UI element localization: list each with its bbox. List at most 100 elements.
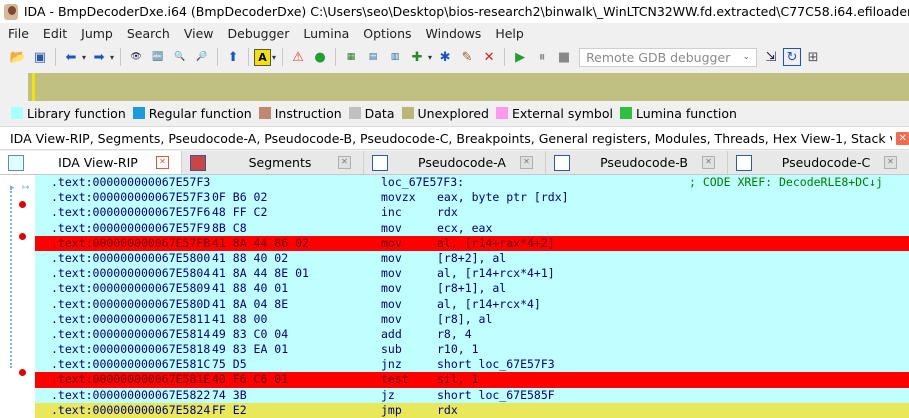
listing-row[interactable]: .text:000000000067E57F9 8B C8 mov ecx, e… xyxy=(35,221,909,236)
listing-row[interactable]: .text:000000000067E580D 41 8A 04 8E mov … xyxy=(35,297,909,312)
menu-jump[interactable]: Jump xyxy=(74,26,120,41)
listing-operands[interactable]: al, [r14+rax*4+2] xyxy=(437,236,555,251)
menu-search[interactable]: Search xyxy=(120,26,177,41)
stop-icon[interactable]: ■ xyxy=(554,47,574,67)
debugger-select[interactable]: Remote GDB debugger ⌄ xyxy=(579,47,758,67)
jump-up-icon[interactable]: ⬆ xyxy=(223,47,243,67)
legend-label: Instruction xyxy=(274,105,342,121)
refresh-icon[interactable]: ↻ xyxy=(783,48,802,66)
opened-views-list[interactable]: IDA View-RIP, Segments, Pseudocode-A, Ps… xyxy=(10,131,892,146)
listing-row[interactable]: .text:000000000067E5811 41 88 00 mov [r8… xyxy=(35,312,909,327)
attach-process-icon[interactable]: ⇲ xyxy=(761,47,781,67)
tab-close-icon[interactable]: ✕ xyxy=(156,156,169,169)
make-string-icon[interactable]: ✚ xyxy=(407,47,427,67)
search-text-icon[interactable]: 🔤 xyxy=(148,47,168,67)
make-string-dropdown-icon[interactable]: ▾ xyxy=(428,53,432,62)
listing-address: .text:000000000067E57F6 xyxy=(51,205,211,220)
listing-operands[interactable]: short loc_67E57F3 xyxy=(437,357,555,372)
green-circle-icon[interactable]: ● xyxy=(310,47,330,67)
breakpoint-dot-icon[interactable] xyxy=(19,201,26,208)
menu-options[interactable]: Options xyxy=(356,26,418,41)
tab-pseudocode-c[interactable]: Pseudocode-C ✕ xyxy=(728,151,909,174)
back-dropdown-icon[interactable]: ▾ xyxy=(82,53,86,62)
forward-dropdown-icon[interactable]: ▾ xyxy=(110,53,114,62)
listing-address: .text:000000000067E581E xyxy=(51,372,211,387)
listing-row-current-instruction[interactable]: .text:000000000067E5824 FF E2 jmp rdx xyxy=(35,402,909,418)
make-array-icon[interactable]: ▥ xyxy=(385,47,405,67)
listing-operands[interactable]: rdx xyxy=(437,205,458,220)
pause-icon[interactable]: ⏸ xyxy=(532,47,552,67)
edit-icon[interactable]: ✎ xyxy=(457,47,477,67)
toolbar-separator xyxy=(504,48,506,66)
listing-operands[interactable]: r8, 4 xyxy=(437,327,472,342)
open-folder-icon[interactable]: 📂 xyxy=(8,47,28,67)
listing-operands[interactable]: [r8], al xyxy=(437,312,492,327)
legend-label: Regular function xyxy=(148,105,252,121)
add-breakpoint-icon[interactable]: ✱ xyxy=(435,47,455,67)
listing-operands[interactable]: ecx, eax xyxy=(437,221,492,236)
listing-row[interactable]: .text:000000000067E5804 41 8A 44 8E 01 m… xyxy=(35,266,909,281)
forward-arrow-icon[interactable]: ➡ xyxy=(89,47,109,67)
listing-operands[interactable]: sil, 1 xyxy=(437,372,479,387)
listing-address: .text:000000000067E5809 xyxy=(51,281,211,296)
listing-row[interactable]: .text:000000000067E5818 49 83 EA 01 sub … xyxy=(35,342,909,357)
search-binary-icon[interactable]: 👁 xyxy=(126,47,146,67)
listing-operands[interactable]: al, [r14+rcx*4] xyxy=(437,297,541,312)
breakpoint-dot-icon[interactable] xyxy=(19,233,26,240)
save-icon[interactable]: ▣ xyxy=(30,47,50,67)
listing-row[interactable]: .text:000000000067E57F3 0F B6 02 movzx e… xyxy=(35,190,909,205)
menu-edit[interactable]: Edit xyxy=(36,26,74,41)
listing-row-breakpoint[interactable]: .text:000000000067E57FB 41 8A 44 86 02 m… xyxy=(35,235,909,251)
listing-row[interactable]: .text:000000000067E5822 74 3B jz short l… xyxy=(35,388,909,403)
menu-lumina[interactable]: Lumina xyxy=(296,26,356,41)
tab-segments[interactable]: Segments ✕ xyxy=(182,151,364,174)
tab-close-icon[interactable]: ✕ xyxy=(702,156,715,169)
run-icon[interactable]: ▶ xyxy=(510,47,530,67)
listing-operands[interactable]: short loc_67E585F xyxy=(437,388,555,403)
menu-help[interactable]: Help xyxy=(488,26,531,41)
back-arrow-icon[interactable]: ⬅ xyxy=(61,47,81,67)
text-color-icon[interactable]: A xyxy=(254,48,272,66)
menu-view[interactable]: View xyxy=(177,26,221,41)
warning-icon[interactable]: ⚠ xyxy=(288,47,308,67)
make-code-icon[interactable]: ▦ xyxy=(341,47,361,67)
listing-operands[interactable]: al, [r14+rcx*4+1] xyxy=(437,266,555,281)
disassembly-listing[interactable]: .text:000000000067E57F3 loc_67E57F3: ; C… xyxy=(35,175,909,418)
listing-operands[interactable]: r10, 1 xyxy=(437,342,479,357)
detach-icon[interactable]: ⊞ xyxy=(803,47,823,67)
tab-pseudocode-b[interactable]: Pseudocode-B ✕ xyxy=(546,151,728,174)
tab-close-icon[interactable]: ✕ xyxy=(338,156,351,169)
search-immediate-icon[interactable]: 🔍 xyxy=(170,47,190,67)
breakpoint-dot-icon[interactable] xyxy=(19,369,26,376)
listing-operands[interactable]: [r8+1], al xyxy=(437,281,506,296)
listing-label[interactable]: loc_67E57F3: xyxy=(381,175,464,190)
listing-operands[interactable]: [r8+2], al xyxy=(437,251,506,266)
tab-close-icon[interactable]: ✕ xyxy=(884,156,897,169)
close-icon[interactable]: ✕ xyxy=(896,131,909,145)
search-next-icon[interactable]: 🔎 xyxy=(192,47,212,67)
tab-ida-view-rip[interactable]: IDA View-RIP ✕ xyxy=(0,151,182,174)
tab-pseudocode-a[interactable]: Pseudocode-A ✕ xyxy=(364,151,546,174)
menu-debugger[interactable]: Debugger xyxy=(221,26,297,41)
listing-operands[interactable]: rdx xyxy=(437,403,458,418)
listing-row[interactable]: .text:000000000067E581C 75 D5 jnz short … xyxy=(35,357,909,372)
delete-icon[interactable]: ✕ xyxy=(479,47,499,67)
listing-row[interactable]: .text:000000000067E57F3 loc_67E57F3: ; C… xyxy=(35,175,909,190)
listing-row[interactable]: .text:000000000067E5809 41 88 40 01 mov … xyxy=(35,281,909,296)
arrow-gutter[interactable]: ▸ ↦ xyxy=(0,175,35,418)
listing-bytes: 40 F6 C6 01 xyxy=(212,372,289,387)
listing-address: .text:000000000067E57F3 xyxy=(51,190,211,205)
listing-operands[interactable]: eax, byte ptr [rdx] xyxy=(437,190,569,205)
menu-windows[interactable]: Windows xyxy=(419,26,489,41)
listing-comment[interactable]: ; CODE XREF: DecodeRLE8+DC↓j xyxy=(689,175,883,190)
listing-row[interactable]: .text:000000000067E5800 41 88 40 02 mov … xyxy=(35,251,909,266)
tab-close-icon[interactable]: ✕ xyxy=(520,156,533,169)
listing-row-breakpoint[interactable]: .text:000000000067E581E 40 F6 C6 01 test… xyxy=(35,372,909,388)
listing-row[interactable]: .text:000000000067E57F6 48 FF C2 inc rdx xyxy=(35,205,909,220)
listing-row[interactable]: .text:000000000067E5814 49 83 C0 04 add … xyxy=(35,327,909,342)
navigation-band[interactable] xyxy=(28,73,909,101)
make-data-icon[interactable]: ▤ xyxy=(363,47,383,67)
listing-mnemonic: movzx xyxy=(381,190,416,205)
text-color-dropdown-icon[interactable]: ▾ xyxy=(272,53,276,62)
menu-file[interactable]: File xyxy=(0,26,36,41)
